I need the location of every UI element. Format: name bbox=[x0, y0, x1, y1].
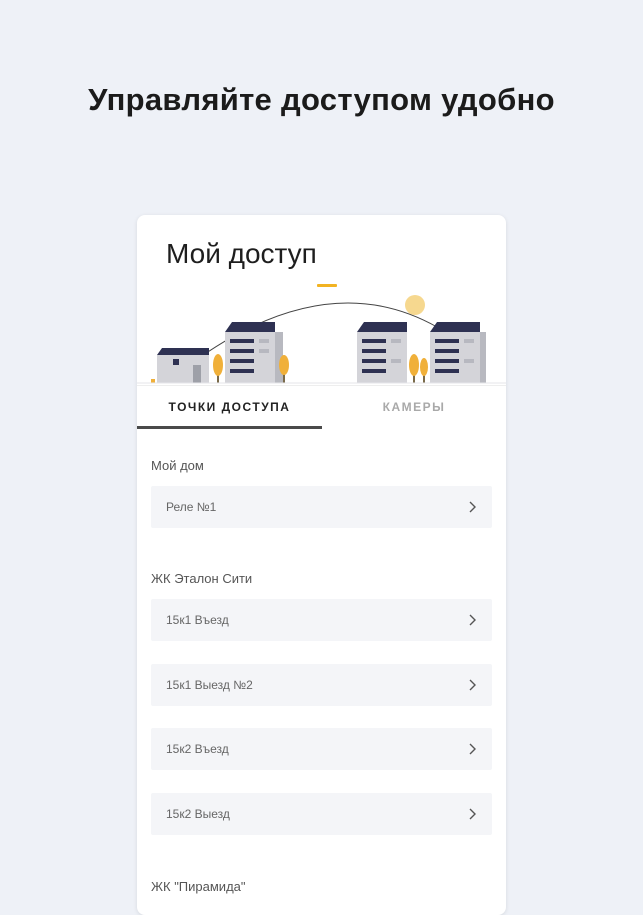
group-label-etalon-city: ЖК Эталон Сити bbox=[151, 571, 253, 586]
group-label-my-home: Мой дом bbox=[151, 458, 204, 473]
list-item[interactable]: 15к2 Въезд bbox=[151, 728, 492, 770]
group-label-piramida: ЖК "Пирамида" bbox=[151, 879, 246, 894]
list-item-label: 15к1 Выезд №2 bbox=[166, 678, 253, 692]
list-item-label: 15к2 Выезд bbox=[166, 807, 230, 821]
list-item[interactable]: 15к1 Выезд №2 bbox=[151, 664, 492, 706]
list-item[interactable]: 15к2 Выезд bbox=[151, 793, 492, 835]
list-item[interactable]: 15к1 Въезд bbox=[151, 599, 492, 641]
chevron-right-icon bbox=[469, 614, 476, 626]
list-item-label: Реле №1 bbox=[166, 500, 217, 514]
chevron-right-icon bbox=[469, 679, 476, 691]
list-item-label: 15к2 Въезд bbox=[166, 742, 229, 756]
tab-cameras[interactable]: КАМЕРЫ bbox=[322, 386, 506, 428]
chevron-right-icon bbox=[469, 808, 476, 820]
chevron-right-icon bbox=[469, 501, 476, 513]
list-item-label: 15к1 Въезд bbox=[166, 613, 229, 627]
tab-access-points[interactable]: ТОЧКИ ДОСТУПА bbox=[137, 386, 322, 429]
buildings-illustration bbox=[137, 284, 506, 384]
tab-bar: ТОЧКИ ДОСТУПА КАМЕРЫ bbox=[137, 385, 506, 430]
card-title: Мой доступ bbox=[166, 238, 317, 269]
my-access-card: Мой доступ ТОЧКИ ДОСТУПА КАМЕРЫ Мой дом … bbox=[137, 215, 506, 915]
list-item[interactable]: Реле №1 bbox=[151, 486, 492, 528]
chevron-right-icon bbox=[469, 743, 476, 755]
page-headline: Управляйте доступом удобно bbox=[88, 82, 555, 117]
